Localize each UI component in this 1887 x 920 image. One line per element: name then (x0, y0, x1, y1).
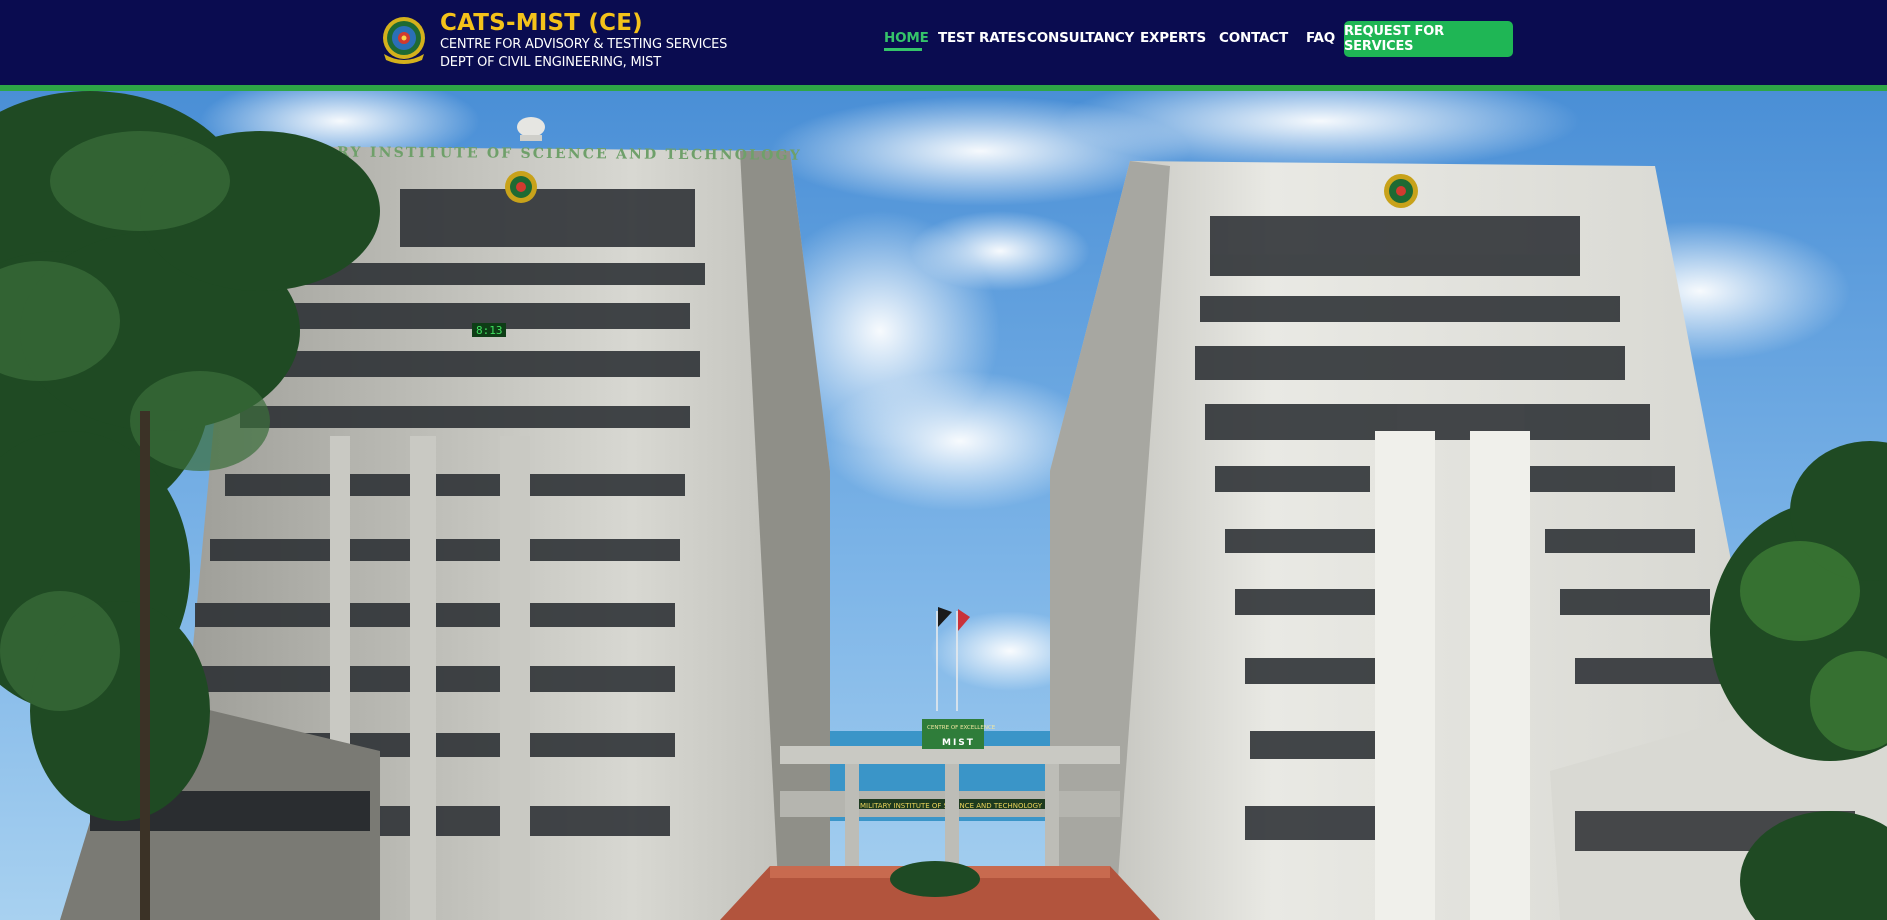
nav-consultancy[interactable]: CONSULTANCY (1027, 30, 1134, 46)
nav-experts[interactable]: EXPERTS (1140, 30, 1206, 46)
nav-contact[interactable]: CONTACT (1219, 30, 1288, 46)
nav-test-rates[interactable]: TEST RATES (938, 30, 1026, 46)
center-sign-line1: CENTRE OF EXCELLENCE (927, 725, 996, 731)
brand-subtitle-line1: CENTRE FOR ADVISORY & TESTING SERVICES (440, 37, 728, 52)
active-nav-indicator (884, 48, 922, 51)
nav-faq[interactable]: FAQ (1306, 30, 1335, 46)
brand[interactable]: CATS-MIST (CE) CENTRE FOR ADVISORY & TES… (378, 10, 727, 72)
site-header: CATS-MIST (CE) CENTRE FOR ADVISORY & TES… (0, 0, 1887, 86)
nav-home[interactable]: HOME (884, 30, 929, 46)
brand-text: CATS-MIST (CE) CENTRE FOR ADVISORY & TES… (440, 10, 727, 72)
mist-emblem-logo[interactable] (378, 14, 430, 66)
hero-banner: MILITARY INSTITUTE OF SCIENCE AND TECHNO… (0, 91, 1887, 920)
digital-clock: 8:13 (476, 324, 503, 337)
request-services-button[interactable]: REQUEST FOR SERVICES (1344, 21, 1513, 57)
center-sign-line2: MIST (942, 738, 975, 748)
brand-subtitle-line2: DEPT OF CIVIL ENGINEERING, MIST (440, 55, 661, 70)
campus-building-photo: MILITARY INSTITUTE OF SCIENCE AND TECHNO… (0, 91, 1887, 920)
brand-title: CATS-MIST (CE) (440, 10, 643, 36)
